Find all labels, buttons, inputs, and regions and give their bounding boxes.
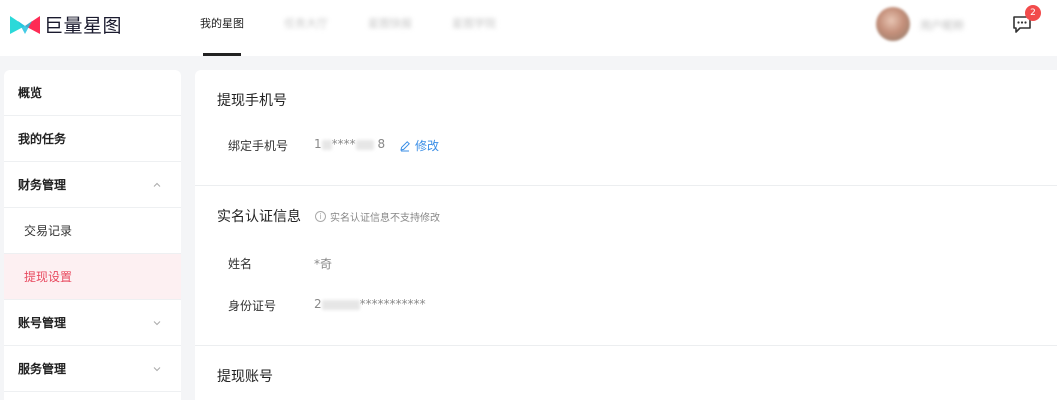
sidebar-item-withdraw-settings[interactable]: 提现设置 [4,254,181,300]
id-mask: *********** [359,297,426,311]
brand-logo[interactable]: 巨量星图 [8,11,122,38]
user-name[interactable]: 用户昵称 [920,17,964,33]
sidebar-item-transactions[interactable]: 交易记录 [4,208,181,254]
redacted-block [321,139,332,150]
top-header: 巨量星图 我的星图 任务大厅 星图快报 星图学院 用户昵称 2 [0,0,1057,56]
phone-end: 8 [377,137,386,151]
phone-mask: **** [331,137,356,151]
id-value: 2 *********** [314,297,426,311]
chevron-down-icon [153,367,161,372]
sidebar-item-overview[interactable]: 概览 [4,70,181,116]
sidebar-item-label: 我的任务 [18,132,67,146]
phone-start: 1 [314,137,322,151]
sidebar-item-my-tasks[interactable]: 我的任务 [4,116,181,162]
main-panel: 提现手机号 绑定手机号 1 **** 8 修改 实名认证信息 i 实名认证信息不支… [195,70,1057,400]
logo-icon [10,15,40,34]
nav-my-xingtu[interactable]: 我的星图 [200,0,244,56]
sidebar-item-label: 账号管理 [18,316,67,330]
edit-label: 修改 [415,139,440,153]
sidebar: 概览 我的任务 财务管理 交易记录 提现设置 账号管理 服务管理 [4,70,181,400]
main-nav: 我的星图 任务大厅 星图快报 星图学院 [200,0,536,56]
chevron-down-icon [153,321,161,326]
sidebar-item-label: 服务管理 [18,362,67,376]
edit-icon [400,140,410,151]
id-start: 2 [314,297,322,311]
hint-text: 实名认证信息不支持修改 [330,213,440,224]
sidebar-item-label: 财务管理 [18,178,67,192]
field-label: 姓名 [228,257,253,271]
identity-hint: i 实名认证信息不支持修改 [315,209,440,224]
sidebar-item-label: 提现设置 [24,270,73,284]
brand-name: 巨量星图 [44,15,123,37]
edit-phone-link[interactable]: 修改 [399,137,439,154]
field-label: 身份证号 [228,299,277,313]
avatar[interactable] [876,7,910,41]
nav-task-hall[interactable]: 任务大厅 [284,0,328,56]
redacted-block [321,299,360,310]
sidebar-item-label: 交易记录 [24,224,73,238]
redacted-block [355,139,374,150]
sidebar-item-finance[interactable]: 财务管理 [4,162,181,208]
phone-value: 1 **** 8 [314,137,385,151]
nav-academy[interactable]: 星图学院 [452,0,496,56]
sidebar-item-account[interactable]: 账号管理 [4,300,181,346]
name-value: *奇 [314,257,333,271]
field-label: 绑定手机号 [228,139,289,153]
section-title: 实名认证信息 [217,209,301,225]
sidebar-item-label: 概览 [18,86,43,100]
section-title: 提现账号 [217,369,273,385]
section-title: 提现手机号 [217,93,287,109]
chevron-up-icon [153,182,161,187]
identity-section: 实名认证信息 i 实名认证信息不支持修改 姓名 *奇 身份证号 2 *******… [195,186,1057,346]
message-count-badge: 2 [1025,5,1041,21]
info-icon: i [315,211,326,222]
phone-section: 提现手机号 绑定手机号 1 **** 8 修改 [195,70,1057,186]
sidebar-item-service[interactable]: 服务管理 [4,346,181,392]
nav-news[interactable]: 星图快报 [368,0,412,56]
